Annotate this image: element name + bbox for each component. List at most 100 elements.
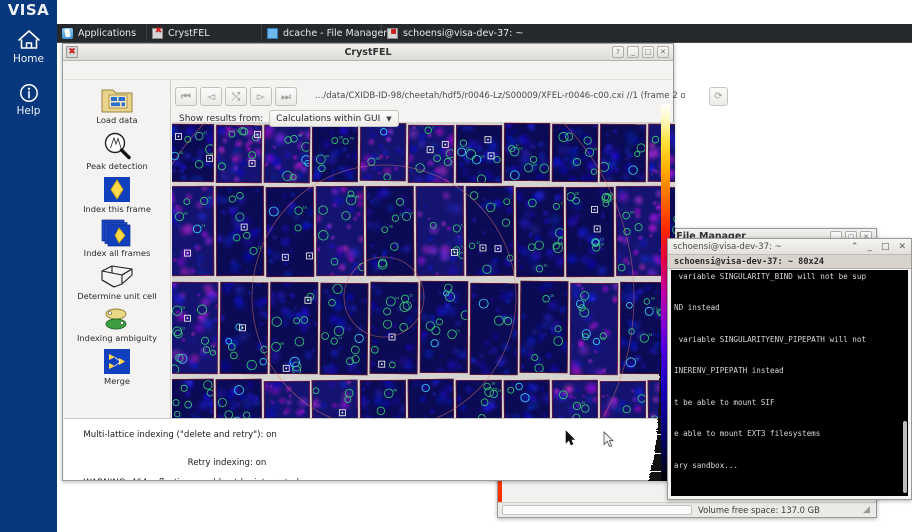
indexing-ambiguity-icon xyxy=(105,308,127,330)
histogram-bar xyxy=(657,412,661,414)
peak-overlay: 34 51 xyxy=(371,294,413,369)
svg-text:58: 58 xyxy=(179,151,183,155)
svg-text:20: 20 xyxy=(183,212,187,216)
histogram-bar xyxy=(660,366,661,368)
histogram-bar xyxy=(659,378,661,380)
tool-index-this-frame[interactable]: Index this frame xyxy=(63,176,170,214)
histogram-bar xyxy=(657,427,661,429)
crystfel-window[interactable]: ✖ CrystFEL ? _ □ ✕ File View Tools Help xyxy=(62,43,728,481)
show-results-dropdown[interactable]: Calculations within GUI ▼ xyxy=(269,110,399,127)
detector-panel: 49 9 52 xyxy=(503,123,551,182)
histogram-bar xyxy=(658,404,661,406)
histogram-bar xyxy=(658,420,661,422)
svg-text:34: 34 xyxy=(503,315,507,319)
close-button[interactable]: ✕ xyxy=(898,242,906,252)
histogram-bar xyxy=(657,419,661,421)
terminal-scrollbar[interactable] xyxy=(903,272,907,493)
taskbar: Applications CrystFEL dcache - File Mana… xyxy=(57,23,912,43)
help-button[interactable]: ? xyxy=(612,46,624,58)
svg-text:57: 57 xyxy=(635,357,639,361)
detector-panel: 12 56 xyxy=(455,124,503,183)
last-frame-button[interactable]: ⏭ xyxy=(275,87,297,106)
histogram-bar xyxy=(649,478,661,480)
index-this-frame-icon xyxy=(104,177,130,202)
status-line-0: Multi-lattice indexing ("delete and retr… xyxy=(83,429,277,440)
terminal-scrollbar-thumb[interactable] xyxy=(903,421,907,493)
histogram-bar xyxy=(659,373,661,375)
detector-panel: 12 29 52 xyxy=(172,282,219,375)
tool-peak-detection[interactable]: Peak detection xyxy=(63,130,170,171)
sidebar-item-help-label: Help xyxy=(16,105,41,117)
svg-text:52: 52 xyxy=(181,327,185,331)
detector-panel: 58 xyxy=(359,123,407,182)
file-manager-statusbar: Volume free space: 137.0 GB xyxy=(498,502,876,517)
tool-indexing-ambiguity[interactable]: Indexing ambiguity xyxy=(63,306,170,343)
shade-button[interactable]: ⌃ xyxy=(851,242,859,252)
taskbar-file-manager-label: dcache - File Manager xyxy=(283,27,388,39)
histogram-bar xyxy=(660,359,661,361)
taskbar-applications[interactable]: Applications xyxy=(57,23,147,43)
first-frame-button[interactable]: ⏮ xyxy=(175,87,197,106)
intensity-histogram xyxy=(648,354,661,481)
random-frame-button[interactable]: ⤭ xyxy=(225,87,247,106)
peak-overlay: 253 xyxy=(415,125,455,173)
terminal-titlebar[interactable]: schoensi@visa-dev-37: ~ ⌃ _ □ ✕ xyxy=(668,239,911,255)
tool-index-all-frames[interactable]: Index all frames xyxy=(63,219,170,258)
maximize-button[interactable]: □ xyxy=(642,46,654,58)
close-button[interactable]: ✕ xyxy=(657,46,669,58)
detector-panel: 47 58 xyxy=(172,124,215,183)
crystfel-toolbar-strip xyxy=(63,62,673,80)
terminal-line: ND instead xyxy=(674,303,720,312)
terminal-tab[interactable]: schoensi@visa-dev-37: ~ 80x24 xyxy=(668,255,911,269)
terminal-screen[interactable]: home/schoensi/crystfel/spipe7196 variabl… xyxy=(671,270,908,496)
minimize-button[interactable]: _ xyxy=(867,242,872,252)
taskbar-file-manager[interactable]: dcache - File Manager xyxy=(262,23,387,43)
visa-logo: VISA xyxy=(7,1,50,19)
svg-text:24: 24 xyxy=(338,336,342,340)
svg-text:48: 48 xyxy=(393,388,397,392)
taskbar-crystfel-label: CrystFEL xyxy=(168,27,210,39)
resize-grip-icon[interactable]: ◢ xyxy=(863,505,874,516)
histogram-bar xyxy=(658,424,661,426)
histogram-bar xyxy=(654,450,661,452)
tool-load-data[interactable]: Load data xyxy=(63,84,170,125)
histogram-bar xyxy=(659,406,661,408)
sidebar-item-help[interactable]: Help xyxy=(0,82,57,117)
tool-determine-unit-cell[interactable]: Determine unit cell xyxy=(63,263,170,301)
taskbar-terminal-label: schoensi@visa-dev-37: ~ xyxy=(403,27,524,39)
histogram-bar xyxy=(658,405,661,407)
taskbar-terminal[interactable]: schoensi@visa-dev-37: ~ xyxy=(382,24,524,43)
histogram-bar xyxy=(658,402,661,404)
svg-text:10: 10 xyxy=(303,205,307,209)
svg-text:47: 47 xyxy=(203,131,207,135)
taskbar-crystfel[interactable]: CrystFEL xyxy=(147,23,262,43)
histogram-bar xyxy=(659,395,661,397)
histogram-bar xyxy=(660,382,661,384)
histogram-bar xyxy=(659,360,661,362)
terminal-window[interactable]: schoensi@visa-dev-37: ~ ⌃ _ □ ✕ schoensi… xyxy=(667,238,912,500)
show-results-value: Calculations within GUI xyxy=(276,113,381,124)
histogram-bar xyxy=(650,468,661,470)
minimize-button[interactable]: _ xyxy=(627,46,639,58)
histogram-bar xyxy=(657,418,661,420)
sidebar-item-home[interactable]: Home xyxy=(0,28,57,65)
svg-text:2: 2 xyxy=(432,125,434,128)
svg-text:43: 43 xyxy=(350,137,354,141)
histogram-bar xyxy=(651,465,661,467)
reload-button[interactable]: ⟳ xyxy=(709,87,728,106)
svg-text:19: 19 xyxy=(581,401,585,405)
applications-icon xyxy=(62,27,73,39)
histogram-bar xyxy=(657,432,661,434)
previous-frame-button[interactable]: ◅ xyxy=(200,87,222,106)
maximize-button[interactable]: □ xyxy=(881,242,890,252)
terminal-line: ary sandbox... xyxy=(674,460,739,470)
peak-overlay: 41 xyxy=(225,323,268,371)
histogram-bar xyxy=(659,394,661,396)
show-results-label: Show results from: xyxy=(179,113,264,124)
frame-navigation-toolbar: ⏮ ◅ ⤭ ▻ ⏭ xyxy=(175,87,297,106)
crystfel-titlebar[interactable]: ✖ CrystFEL ? _ □ ✕ xyxy=(63,44,673,61)
tool-merge[interactable]: Merge xyxy=(63,348,170,386)
histogram-bar xyxy=(660,383,661,385)
histogram-bar xyxy=(659,365,661,367)
next-frame-button[interactable]: ▻ xyxy=(250,87,272,106)
